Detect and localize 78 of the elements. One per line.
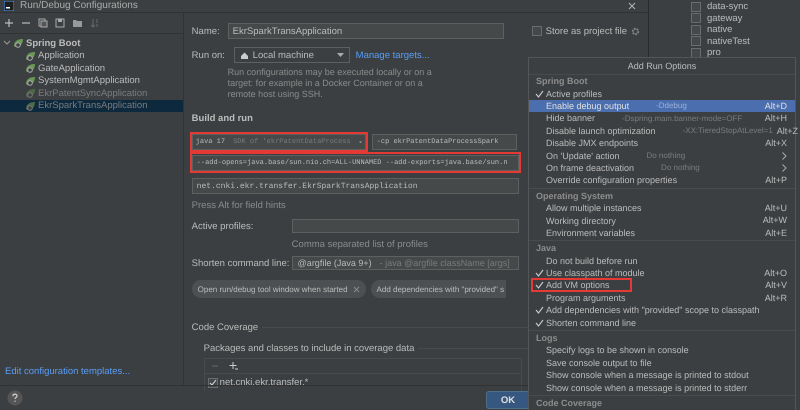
profile-checkbox[interactable]: pro <box>691 47 800 58</box>
menu-item[interactable]: Enable debug output -Ddebug Alt+D <box>529 100 795 112</box>
copy-icon[interactable] <box>38 18 48 28</box>
active-profiles-field[interactable] <box>292 219 519 233</box>
menu-item[interactable]: Active profiles <box>529 87 795 100</box>
menu-item[interactable]: Override configuration properties Alt+P <box>529 174 795 187</box>
profiles-help-text: Comma separated list of profiles <box>292 239 428 250</box>
leaf-icon <box>13 38 24 48</box>
run-on-dropdown[interactable]: Local machine <box>234 47 350 63</box>
name-field[interactable]: EkrSparkTransApplication <box>228 23 504 39</box>
profile-checkbox[interactable]: nativeTest <box>691 36 800 47</box>
menu-item[interactable]: Environment variables Alt+E <box>529 226 795 240</box>
leaf-icon <box>25 76 36 86</box>
section-header: Operating System <box>535 190 614 202</box>
gear-icon[interactable] <box>631 26 640 36</box>
edit-templates-link[interactable]: Edit configuration templates... <box>0 366 130 385</box>
tree-group[interactable]: Spring Boot <box>0 37 183 50</box>
section-title: Build and run <box>192 113 253 124</box>
popup-title: Add Run Options <box>529 58 795 75</box>
tree-item[interactable]: SystemMgmtApplication <box>0 74 183 87</box>
menu-item[interactable]: Use classpath of module Alt+O <box>529 266 795 280</box>
section-header: Logs <box>535 332 558 344</box>
close-icon[interactable] <box>628 2 636 10</box>
section-header: Spring Boot <box>535 75 588 88</box>
ok-button[interactable]: OK <box>486 391 530 409</box>
leaf-icon <box>25 88 36 98</box>
leaf-icon <box>25 50 36 61</box>
folder-icon[interactable] <box>72 18 83 28</box>
menu-item[interactable]: Show console when a message is printed to stderr <box>529 381 795 394</box>
shorten-command-line-label: Shorten command line: <box>192 258 290 268</box>
option-chip[interactable]: Add dependencies with "provided" s <box>370 280 506 298</box>
coverage-entry: net.cnki.ekr.transfer.* <box>220 377 308 388</box>
app-icon <box>4 1 14 11</box>
dropdown-arrow-icon <box>336 52 344 58</box>
window-title: Run/Debug Configurations <box>20 0 138 12</box>
checkbox[interactable] <box>208 378 218 388</box>
help-icon[interactable] <box>7 390 23 406</box>
menu-item[interactable]: Program arguments Alt+R <box>529 292 795 304</box>
section-header: Code Coverage <box>535 396 604 410</box>
run-on-description: Run configurations may be executed locally or on a target: for example in a Docker Container or on a remote host using SSH. <box>228 67 433 100</box>
option-chip[interactable]: Open run/debug tool window when started <box>192 280 366 298</box>
main-class-field[interactable]: net.cnki.ekr.transfer.EkrSparkTransApplication <box>192 178 519 194</box>
tree-item[interactable]: Application <box>0 50 183 62</box>
add-icon[interactable] <box>228 362 238 370</box>
tree-item[interactable]: GateApplication <box>0 62 183 74</box>
home-icon <box>240 50 249 60</box>
chevron-icon[interactable] <box>3 39 11 48</box>
menu-item[interactable]: On frame deactivation Do nothing <box>529 162 795 174</box>
profile-checkbox[interactable]: native <box>691 24 800 36</box>
active-profiles-label: Active profiles: <box>192 220 254 232</box>
menu-item[interactable]: Save console output to file <box>529 356 795 369</box>
profile-checkbox[interactable]: gateway <box>691 12 800 24</box>
coverage-subtitle: Packages and classes to include in coverage data <box>204 343 414 354</box>
highlight-frame: Add VM options <box>531 278 632 292</box>
field-hint: Press Alt for field hints <box>192 200 286 211</box>
manage-targets-link[interactable]: Manage targets... <box>356 50 430 60</box>
menu-item[interactable]: Working directory Alt+W <box>529 214 795 227</box>
section-header: Java <box>535 242 558 254</box>
leaf-icon <box>25 100 36 111</box>
menu-item[interactable]: Specify logs to be shown in console <box>529 344 795 357</box>
profile-checkbox[interactable]: data-sync <box>691 1 800 12</box>
menu-item[interactable]: Show console when a message is printed to stdout <box>529 368 795 382</box>
menu-item[interactable]: On 'Update' action Do nothing <box>529 149 795 162</box>
menu-item[interactable]: Allow multiple instances Alt+U <box>529 202 795 214</box>
name-label: Name: <box>192 26 221 36</box>
store-checkbox[interactable]: Store as project file <box>532 26 627 36</box>
save-icon[interactable] <box>55 18 65 28</box>
add-icon[interactable] <box>4 18 14 28</box>
menu-item[interactable]: Add dependencies with "provided" scope to classpath <box>529 304 795 316</box>
menu-item[interactable]: Shorten command line <box>529 316 795 329</box>
menu-item[interactable]: Add VM options Alt+V <box>529 279 795 292</box>
tree-group-label: Spring Boot <box>26 38 80 49</box>
code-coverage-title: Code Coverage <box>192 322 258 333</box>
leaf-icon <box>25 63 36 74</box>
menu-item[interactable]: Hide banner -Dspring.main.banner-mode=OFF Alt+H <box>529 112 795 125</box>
menu-item[interactable]: Do not build before run <box>529 254 795 267</box>
run-on-label: Run on: <box>192 50 226 60</box>
menu-item[interactable]: Disable JMX endpoints Alt+X <box>529 136 795 150</box>
